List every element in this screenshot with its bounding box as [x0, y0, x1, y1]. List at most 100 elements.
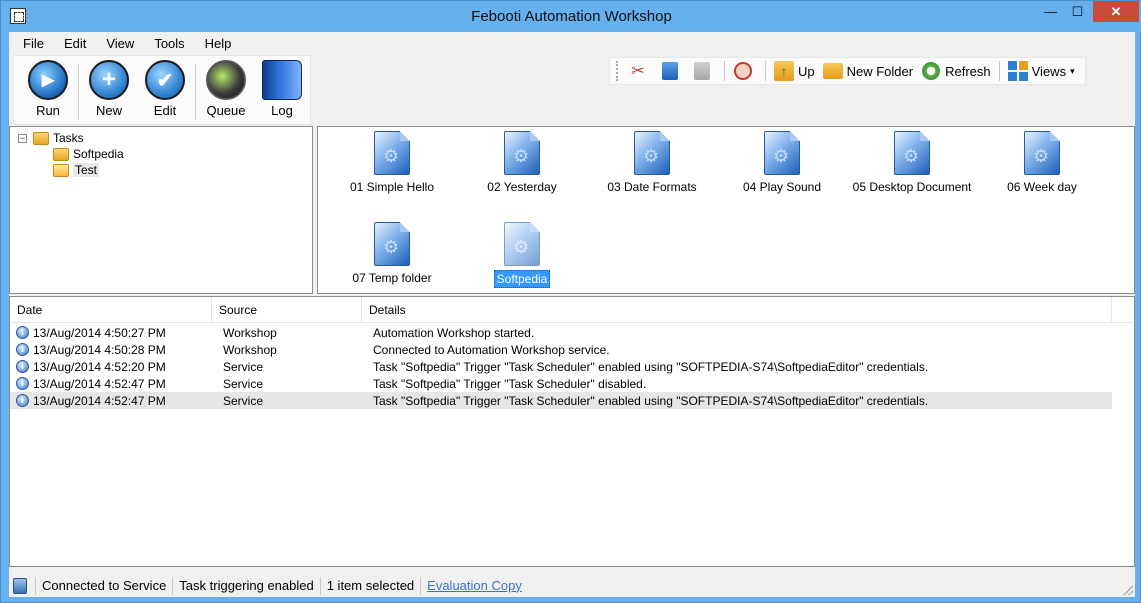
- task-document-icon: [764, 131, 800, 175]
- status-bar: Connected to Service Task triggering ena…: [9, 574, 1135, 597]
- column-header-details[interactable]: Details: [362, 297, 1112, 323]
- up-button[interactable]: ↑ Up: [770, 59, 819, 83]
- client-area: File Edit View Tools Help ▶ Run + New ✔ …: [9, 32, 1135, 597]
- menu-file[interactable]: File: [13, 34, 54, 54]
- evaluation-copy-link[interactable]: Evaluation Copy: [420, 576, 528, 595]
- delete-icon: [733, 61, 753, 81]
- status-triggering: Task triggering enabled: [172, 576, 319, 595]
- task-item[interactable]: 07 Temp folder: [332, 222, 452, 286]
- log-row[interactable]: i 13/Aug/2014 4:50:28 PM Workshop Connec…: [10, 341, 1112, 358]
- paste-button[interactable]: [688, 59, 720, 83]
- log-details: Automation Workshop started.: [373, 325, 535, 340]
- task-tree[interactable]: − Tasks Softpedia Test: [9, 126, 313, 294]
- task-item[interactable]: 03 Date Formats: [592, 131, 712, 195]
- views-label: Views: [1031, 63, 1067, 79]
- task-item[interactable]: 02 Yesterday: [462, 131, 582, 195]
- log-source: Service: [223, 376, 264, 391]
- task-item[interactable]: 05 Desktop Document: [852, 131, 972, 195]
- delete-button[interactable]: [729, 59, 761, 83]
- info-icon: i: [16, 394, 29, 407]
- menu-view[interactable]: View: [96, 34, 144, 54]
- log-row[interactable]: i 13/Aug/2014 4:50:27 PM Workshop Automa…: [10, 324, 1112, 341]
- task-document-icon: [504, 222, 540, 266]
- queue-button[interactable]: Queue: [198, 56, 254, 124]
- resize-grip[interactable]: [1123, 585, 1133, 595]
- queue-icon: [206, 60, 246, 100]
- column-header-source[interactable]: Source: [212, 297, 362, 323]
- info-icon: i: [16, 326, 29, 339]
- task-label: 02 Yesterday: [487, 180, 557, 194]
- cut-button[interactable]: ✂: [624, 59, 656, 83]
- refresh-button[interactable]: Refresh: [917, 59, 995, 83]
- log-row[interactable]: i 13/Aug/2014 4:52:20 PM Service Task "S…: [10, 358, 1112, 375]
- folder-icon: [33, 131, 49, 145]
- task-item[interactable]: 04 Play Sound: [722, 131, 842, 195]
- log-details: Task "Softpedia" Trigger "Task Scheduler…: [373, 359, 929, 374]
- minimize-button[interactable]: —: [1037, 1, 1064, 22]
- log-details: Task "Softpedia" Trigger "Task Scheduler…: [373, 393, 929, 408]
- menu-tools[interactable]: Tools: [144, 34, 194, 54]
- status-selection: 1 item selected: [319, 576, 420, 595]
- log-source: Service: [223, 359, 264, 374]
- copy-icon: [660, 61, 680, 81]
- tree-node-test[interactable]: Test: [53, 162, 100, 178]
- toolbar-separator: [195, 64, 196, 120]
- task-item-selected[interactable]: Softpedia: [462, 222, 582, 288]
- log-details: Task "Softpedia" Trigger "Task Scheduler…: [373, 376, 647, 391]
- paste-icon: [692, 61, 712, 81]
- new-button[interactable]: + New: [81, 56, 137, 124]
- window-title: Febooti Automation Workshop: [471, 8, 672, 25]
- task-document-icon: [374, 222, 410, 266]
- task-document-icon: [634, 131, 670, 175]
- refresh-icon: [921, 61, 941, 81]
- copy-button[interactable]: [656, 59, 688, 83]
- log-date: 13/Aug/2014 4:52:47 PM: [33, 376, 166, 391]
- task-item[interactable]: 01 Simple Hello: [332, 131, 452, 195]
- new-folder-icon: [822, 61, 843, 81]
- task-icon-view[interactable]: 01 Simple Hello 02 Yesterday 03 Date For…: [317, 126, 1135, 294]
- views-button[interactable]: Views ▾: [1004, 59, 1079, 83]
- run-label: Run: [36, 103, 60, 118]
- folder-icon: [53, 147, 69, 161]
- title-bar[interactable]: Febooti Automation Workshop — ☐ ✕: [1, 1, 1141, 32]
- evaluation-copy-text[interactable]: Evaluation Copy: [427, 578, 522, 593]
- open-folder-icon: [53, 163, 69, 177]
- info-icon: i: [16, 360, 29, 373]
- log-row[interactable]: i 13/Aug/2014 4:52:47 PM Service Task "S…: [10, 375, 1112, 392]
- menu-help[interactable]: Help: [195, 34, 242, 54]
- tree-node-tasks[interactable]: − Tasks: [18, 130, 84, 146]
- toolbar-grip[interactable]: [616, 61, 618, 81]
- log-date: 13/Aug/2014 4:50:27 PM: [33, 325, 166, 340]
- views-icon: [1007, 61, 1028, 81]
- maximize-button[interactable]: ☐: [1064, 1, 1091, 22]
- new-folder-button[interactable]: New Folder: [819, 59, 917, 83]
- task-document-icon: [374, 131, 410, 175]
- tree-label-tasks: Tasks: [53, 131, 84, 145]
- log-source: Workshop: [223, 342, 277, 357]
- up-label: Up: [798, 63, 815, 79]
- task-item[interactable]: 06 Week day: [982, 131, 1102, 195]
- log-book-icon: [262, 60, 302, 100]
- service-status-icon: [13, 577, 27, 594]
- menu-edit[interactable]: Edit: [54, 34, 96, 54]
- menu-bar: File Edit View Tools Help: [13, 34, 241, 54]
- log-button[interactable]: Log: [254, 56, 310, 124]
- run-button[interactable]: ▶ Run: [20, 56, 76, 124]
- log-list[interactable]: Date Source Details i 13/Aug/2014 4:50:2…: [9, 296, 1135, 567]
- status-connection: Connected to Service: [35, 576, 172, 595]
- run-icon: ▶: [28, 60, 68, 100]
- task-document-icon: [504, 131, 540, 175]
- log-row-highlighted[interactable]: i 13/Aug/2014 4:52:47 PM Service Task "S…: [10, 392, 1112, 409]
- info-icon: i: [16, 343, 29, 356]
- task-label: 01 Simple Hello: [349, 180, 435, 194]
- log-source: Service: [223, 393, 264, 408]
- refresh-label: Refresh: [945, 63, 991, 79]
- close-button[interactable]: ✕: [1093, 1, 1139, 22]
- column-header-date[interactable]: Date: [10, 297, 212, 323]
- log-date: 13/Aug/2014 4:52:47 PM: [33, 393, 166, 408]
- edit-button[interactable]: ✔ Edit: [137, 56, 193, 124]
- tree-node-softpedia[interactable]: Softpedia: [53, 146, 124, 162]
- tree-label-test: Test: [73, 163, 100, 177]
- collapse-icon[interactable]: −: [18, 133, 27, 143]
- task-label: 03 Date Formats: [607, 180, 697, 194]
